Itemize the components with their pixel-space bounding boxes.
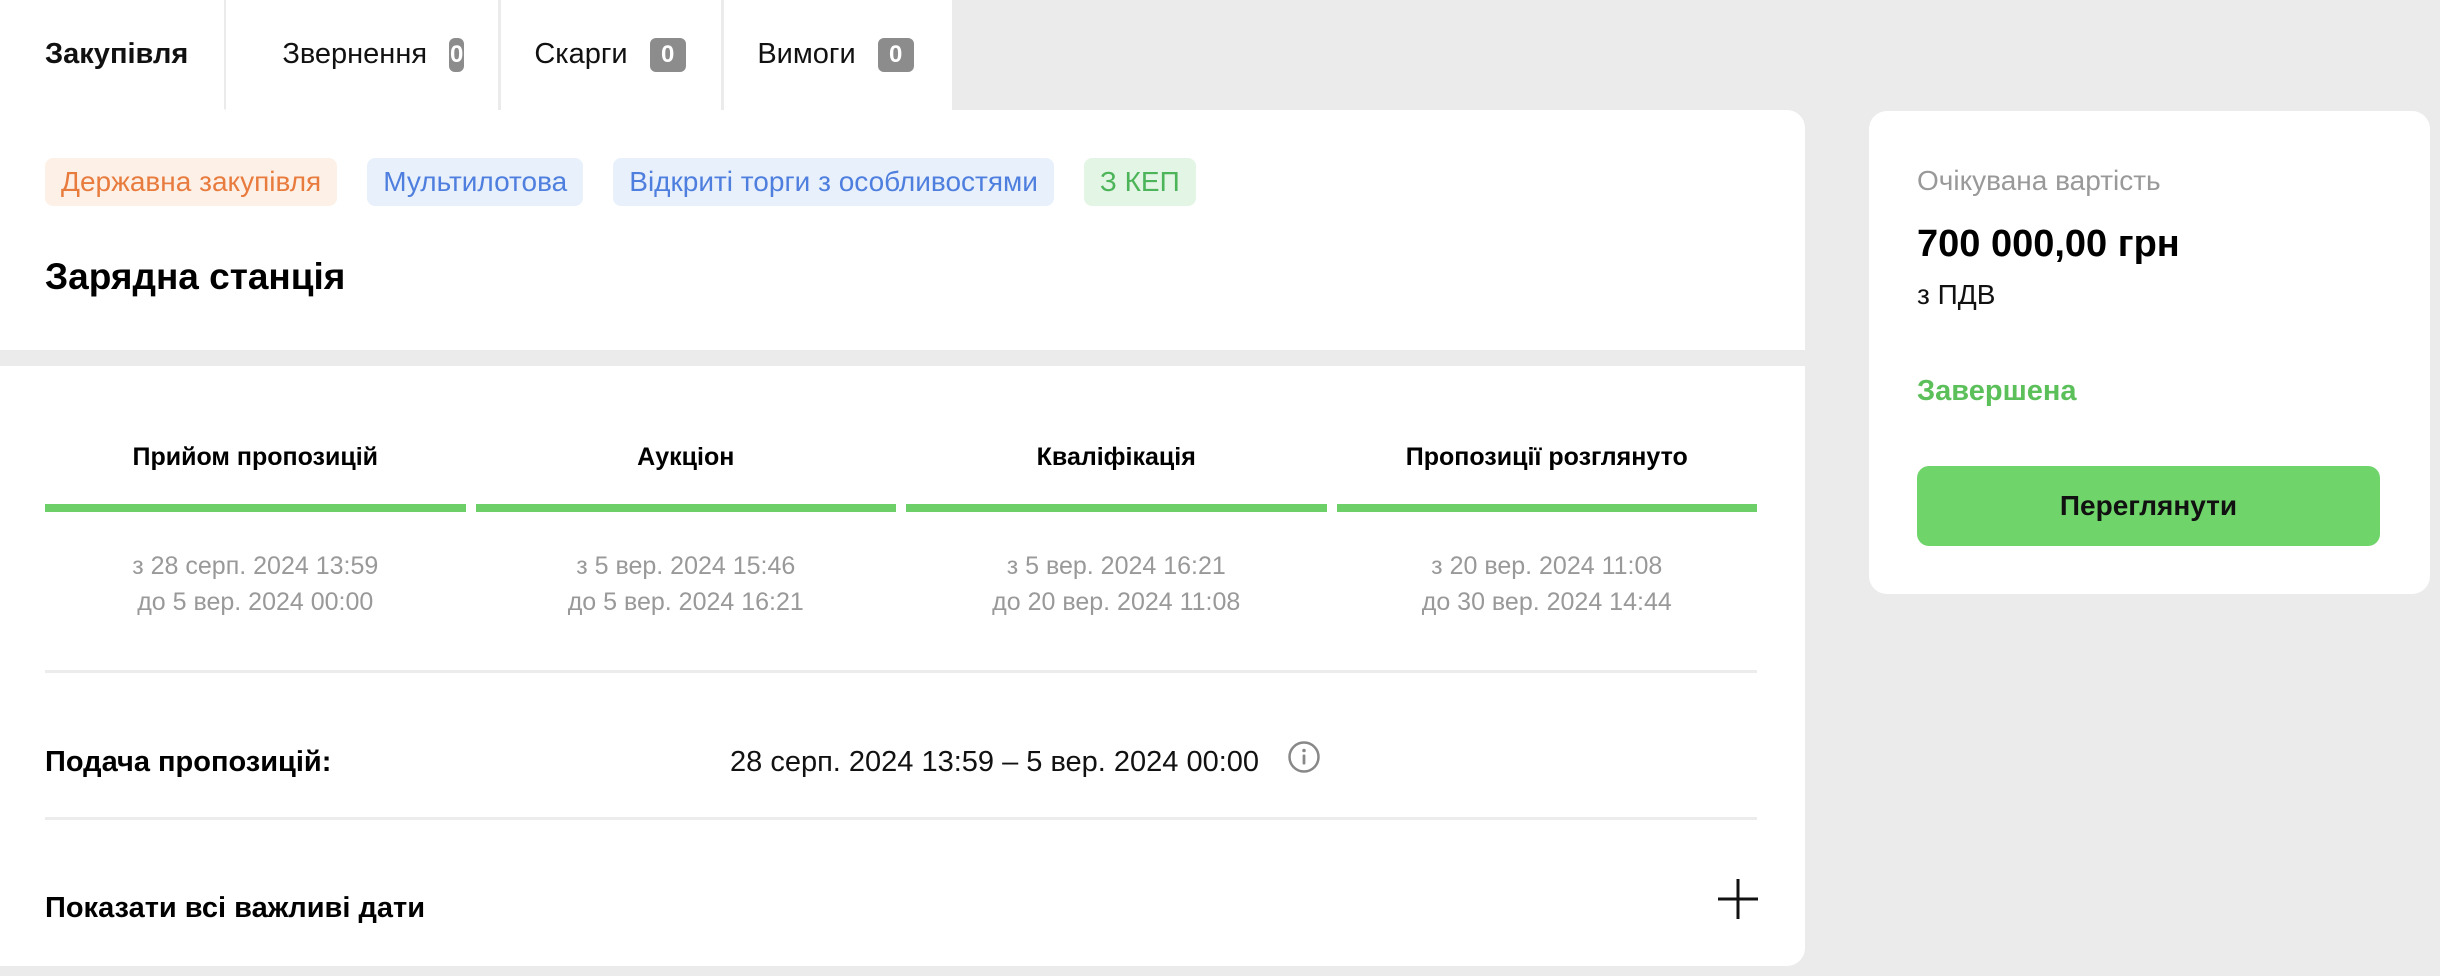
stage-progress-bar: [475, 504, 896, 512]
submission-label: Подача пропозицій:: [45, 746, 332, 778]
tab-appeals[interactable]: Звернення 0: [226, 0, 499, 110]
plus-icon[interactable]: [1717, 878, 1759, 920]
price-summary-card: Очікувана вартість 700 000,00 грн з ПДВ …: [1869, 111, 2430, 594]
stage-title: Прийом пропозицій: [132, 443, 379, 471]
divider: [45, 670, 1757, 673]
tab-procurement[interactable]: Закупівля: [0, 0, 227, 110]
tag-qes: З КЕП: [1083, 158, 1196, 206]
stage-date-from: з 28 серп. 2024 13:59: [132, 552, 379, 580]
tag-multilot: Мультилотова: [367, 158, 584, 206]
stage-title: Пропозиції розглянуто: [1405, 443, 1688, 471]
count-badge: 0: [877, 37, 914, 72]
count-badge: 0: [649, 37, 686, 72]
stage-title: Кваліфікація: [1036, 443, 1196, 471]
status-badge: Завершена: [1917, 375, 2077, 407]
page-title: Зарядна станція: [45, 256, 346, 297]
show-dates-label: Показати всі важливі дати: [45, 892, 426, 924]
stage-title: Аукціон: [637, 443, 735, 471]
stage-date-from: з 5 вер. 2024 15:46: [576, 552, 796, 580]
stage-item: Пропозиції розглянуто з 20 вер. 2024 11:…: [1336, 442, 1757, 620]
stage-progress-bar: [906, 504, 1327, 512]
tab-label: Закупівля: [45, 38, 189, 70]
stage-timeline: Прийом пропозицій з 28 серп. 2024 13:59 …: [45, 442, 1757, 620]
stage-item: Прийом пропозицій з 28 серп. 2024 13:59 …: [45, 442, 466, 620]
stage-date-to: до 5 вер. 2024 16:21: [567, 588, 804, 616]
view-button[interactable]: Переглянути: [1917, 466, 2380, 546]
stage-date-from: з 20 вер. 2024 11:08: [1431, 552, 1663, 580]
tag-state-procurement: Державна закупівля: [45, 158, 338, 206]
tag-list: Державна закупівля Мультилотова Відкриті…: [45, 158, 1196, 206]
info-icon[interactable]: [1287, 740, 1321, 774]
expected-value-label: Очікувана вартість: [1917, 165, 2161, 196]
stage-date-to: до 5 вер. 2024 00:00: [137, 588, 374, 616]
stage-date-to: до 20 вер. 2024 11:08: [992, 588, 1241, 616]
vat-note: з ПДВ: [1917, 279, 1996, 310]
timeline-card: Прийом пропозицій з 28 серп. 2024 13:59 …: [0, 366, 1805, 966]
tab-complaints[interactable]: Скарги 0: [501, 0, 722, 110]
stage-progress-bar: [45, 504, 466, 512]
stage-date-from: з 5 вер. 2024 16:21: [1006, 552, 1226, 580]
stage-item: Аукціон з 5 вер. 2024 15:46 до 5 вер. 20…: [475, 442, 896, 620]
show-dates-row[interactable]: Показати всі важливі дати: [45, 870, 1759, 950]
stage-date-to: до 30 вер. 2024 14:44: [1421, 588, 1672, 616]
tab-label: Звернення: [282, 38, 428, 70]
submission-value: 28 серп. 2024 13:59 – 5 вер. 2024 00:00: [730, 746, 1260, 778]
tag-procedure-type: Відкриті торги з особливостями: [613, 158, 1054, 206]
submission-period-row: Подача пропозицій: 28 серп. 2024 13:59 –…: [45, 724, 1757, 804]
stage-item: Кваліфікація з 5 вер. 2024 16:21 до 20 в…: [906, 442, 1327, 620]
tab-bar: Закупівля Звернення 0 Скарги 0 Вимоги 0: [0, 0, 955, 110]
stage-progress-bar: [1336, 504, 1757, 512]
tab-claims[interactable]: Вимоги 0: [724, 0, 953, 110]
count-badge: 0: [449, 37, 465, 72]
divider: [45, 817, 1757, 820]
expected-value-amount: 700 000,00 грн: [1917, 223, 2180, 265]
tab-label: Вимоги: [757, 38, 856, 70]
tab-label: Скарги: [534, 38, 628, 70]
procurement-header-card: Державна закупівля Мультилотова Відкриті…: [0, 110, 1805, 350]
